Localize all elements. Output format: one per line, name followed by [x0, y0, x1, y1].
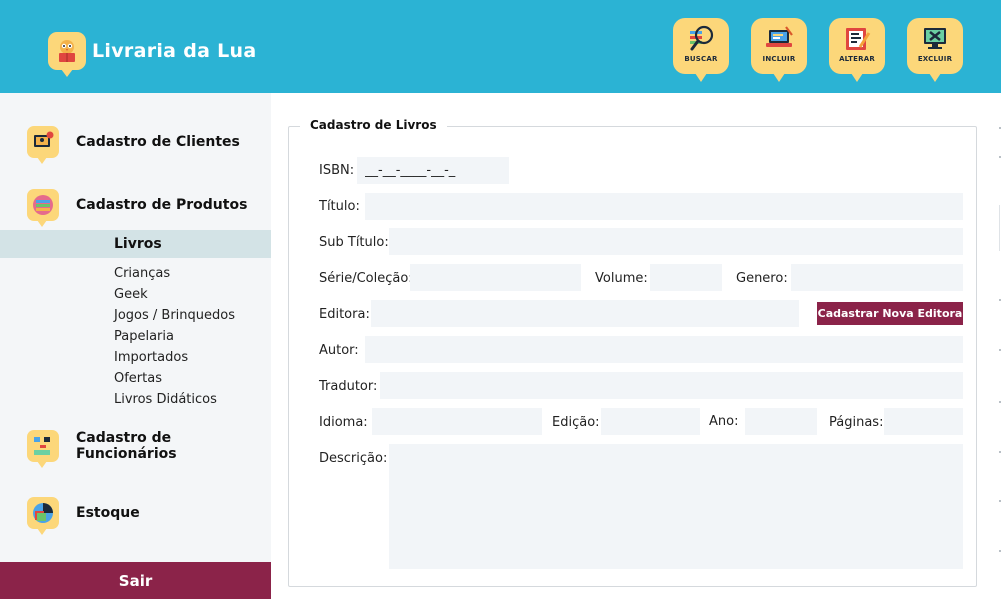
new-publisher-button[interactable]: Cadastrar Nova Editora [817, 302, 963, 325]
genre-input[interactable] [791, 264, 963, 291]
sidebar-subitem[interactable]: Crianças [114, 263, 235, 284]
delete-button[interactable]: EXCLUIR [907, 18, 963, 82]
edge-mark [999, 205, 1000, 251]
language-label: Idioma: [319, 415, 368, 430]
author-label: Autor: [319, 343, 359, 358]
sidebar-subitem-active[interactable]: Livros [0, 230, 271, 258]
form-legend: Cadastro de Livros [300, 118, 447, 132]
sidebar-subitem[interactable]: Ofertas [114, 368, 235, 389]
pages-label: Páginas: [829, 415, 884, 430]
translator-label: Tradutor: [319, 379, 378, 394]
title-label: Título: [319, 199, 360, 214]
stock-pie-icon [27, 497, 59, 535]
app-title: Livraria da Lua [92, 40, 257, 62]
series-label: Série/Coleção: [319, 271, 413, 286]
year-input[interactable] [745, 408, 817, 435]
edition-input[interactable] [601, 408, 700, 435]
laptop-pen-icon [766, 26, 793, 47]
clients-laptop-icon [27, 126, 59, 164]
volume-input[interactable] [650, 264, 722, 291]
sidebar: Cadastro de Clientes Cadastro de Produto… [0, 93, 271, 599]
publisher-label: Editora: [319, 307, 370, 322]
translator-input[interactable] [380, 372, 963, 399]
edition-label: Edição: [552, 415, 600, 430]
sidebar-item-employees[interactable]: Cadastro de Funcionários [0, 424, 271, 468]
search-button-label: BUSCAR [684, 55, 718, 63]
brand[interactable]: Livraria da Lua [48, 30, 257, 77]
screen-x-icon [924, 28, 946, 49]
edit-button[interactable]: ALTERAR [829, 18, 885, 82]
sidebar-subitem[interactable]: Jogos / Brinquedos [114, 305, 235, 326]
magnifier-list-icon [690, 25, 714, 51]
series-input[interactable] [410, 264, 581, 291]
sidebar-item-stock[interactable]: Estoque [0, 491, 271, 535]
sidebar-label-stock: Estoque [76, 505, 140, 521]
employees-org-icon [27, 430, 59, 468]
sidebar-label-products: Cadastro de Produtos [76, 197, 248, 213]
sidebar-subitem[interactable]: Livros Didáticos [114, 389, 235, 410]
add-button[interactable]: INCLUIR [751, 18, 807, 82]
title-input[interactable] [365, 193, 963, 220]
app-window: Livraria da Lua BUSCAR INCLUIR ALTERAR E… [0, 0, 1001, 599]
sidebar-subitem[interactable]: Geek [114, 284, 235, 305]
publisher-input[interactable] [371, 300, 799, 327]
search-button[interactable]: BUSCAR [673, 18, 729, 82]
author-input[interactable] [365, 336, 963, 363]
sidebar-label-clients: Cadastro de Clientes [76, 134, 240, 150]
description-textarea[interactable] [389, 444, 963, 569]
sidebar-item-clients[interactable]: Cadastro de Clientes [0, 120, 271, 164]
sidebar-sublist: Crianças Geek Jogos / Brinquedos Papelar… [114, 263, 235, 410]
isbn-input[interactable] [357, 157, 509, 184]
pages-input[interactable] [884, 408, 963, 435]
logout-button[interactable]: Sair [0, 562, 271, 599]
document-pencil-icon [846, 28, 871, 50]
isbn-label: ISBN: [319, 163, 355, 178]
sidebar-subitem[interactable]: Papelaria [114, 326, 235, 347]
sidebar-subitem[interactable]: Importados [114, 347, 235, 368]
genre-label: Genero: [736, 271, 788, 286]
year-label: Ano: [709, 414, 739, 429]
add-button-label: INCLUIR [762, 55, 796, 63]
subtitle-label: Sub Título: [319, 235, 389, 250]
sidebar-item-products[interactable]: Cadastro de Produtos [0, 183, 271, 227]
products-shop-icon [27, 189, 59, 227]
language-input[interactable] [372, 408, 542, 435]
volume-label: Volume: [595, 271, 648, 286]
header-bar: Livraria da Lua BUSCAR INCLUIR ALTERAR E… [0, 0, 1001, 93]
edit-button-label: ALTERAR [839, 55, 875, 63]
delete-button-label: EXCLUIR [917, 55, 953, 63]
owl-reading-icon [48, 32, 86, 77]
description-label: Descrição: [319, 451, 388, 466]
subtitle-input[interactable] [389, 228, 963, 255]
sidebar-label-employees: Cadastro de Funcionários [76, 430, 177, 462]
sidebar-subitem-livros: Livros [114, 236, 162, 252]
